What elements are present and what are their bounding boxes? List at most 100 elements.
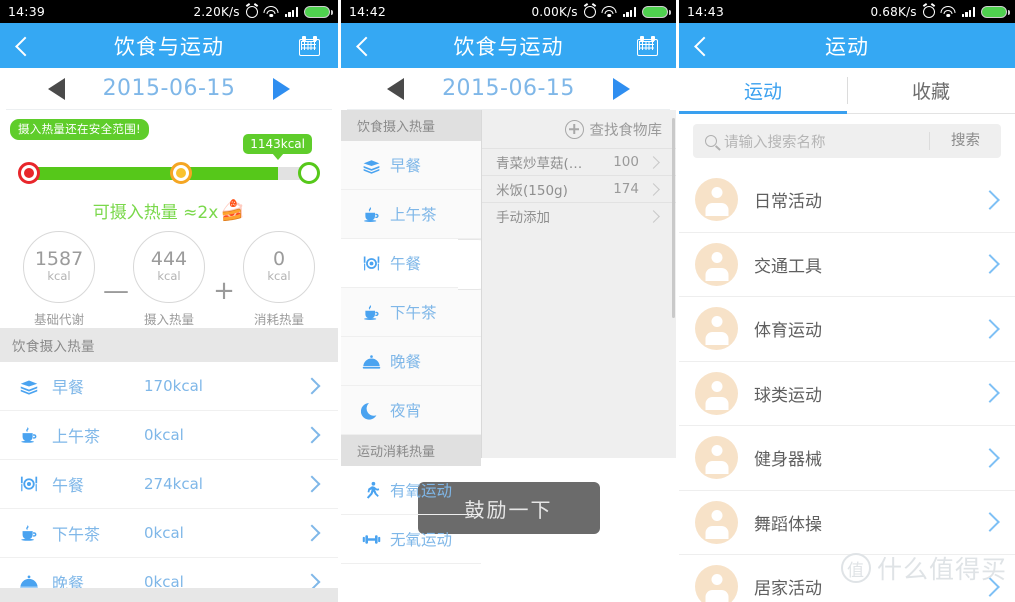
exercise-category-row[interactable]: 球类运动 bbox=[679, 362, 1015, 426]
runner-icon bbox=[361, 480, 382, 501]
progress-knob-max[interactable] bbox=[298, 161, 320, 184]
exercise-section-header: 运动消耗热量 bbox=[341, 435, 481, 466]
panel-exercise-list: 14:43 0.68K/s 运动 运动 收藏 请输入搜索名称 搜索 日常活动 交… bbox=[676, 0, 1015, 602]
meal-tab-午餐[interactable]: 午餐 bbox=[341, 239, 503, 290]
add-food-label: 查找食物库 bbox=[589, 122, 663, 139]
battery-icon bbox=[981, 5, 1010, 18]
exercise-category-row[interactable]: 舞蹈体操 bbox=[679, 491, 1015, 555]
exercise-tab-有氧运动[interactable]: 有氧运动 bbox=[341, 466, 481, 515]
tab-favorites[interactable]: 收藏 bbox=[847, 68, 1015, 113]
add-food-button[interactable]: 查找食物库 bbox=[482, 110, 676, 148]
chevron-right-icon bbox=[303, 426, 321, 443]
food-entry-pane: 查找食物库 青菜炒草菇(… 100 米饭(150g) 174 手动添加 bbox=[481, 110, 676, 458]
meal-tab-夜宵[interactable]: 夜宵 bbox=[341, 386, 481, 435]
signal-icon bbox=[622, 6, 636, 17]
exercise-category-row[interactable]: 健身器械 bbox=[679, 426, 1015, 491]
status-time: 14:43 bbox=[687, 4, 725, 19]
category-name: 球类运动 bbox=[754, 385, 822, 406]
moon-icon bbox=[361, 400, 382, 421]
exercise-category-row[interactable]: 体育运动 bbox=[679, 297, 1015, 362]
meal-tab-label: 下午茶 bbox=[390, 304, 437, 322]
equivalent-text: 可摄入热量 ≈2x bbox=[92, 202, 219, 223]
metric-bmr: 1587 kcal 基础代谢 bbox=[17, 230, 101, 328]
food-calories: 100 bbox=[613, 154, 639, 170]
food-row[interactable]: 手动添加 bbox=[482, 202, 676, 229]
metric-burned: 0 kcal 消耗热量 bbox=[237, 230, 321, 328]
prev-day-button[interactable] bbox=[47, 77, 65, 100]
person-avatar-icon bbox=[695, 307, 738, 351]
search-row: 请输入搜索名称 搜索 bbox=[679, 114, 1015, 168]
safe-range-badge: 摄入热量还在安全范围! bbox=[10, 118, 149, 140]
chevron-right-icon bbox=[980, 383, 1000, 404]
meal-name: 早餐 bbox=[52, 377, 85, 397]
category-name: 体育运动 bbox=[754, 321, 822, 342]
search-icon bbox=[705, 135, 717, 147]
calorie-progress-bar[interactable]: 1143kcal bbox=[18, 133, 320, 188]
progress-knob-min[interactable] bbox=[18, 161, 40, 184]
metric-value: 0 bbox=[272, 247, 286, 270]
tab-exercise[interactable]: 运动 bbox=[679, 68, 847, 114]
meal-row[interactable]: 下午茶 0kcal bbox=[0, 509, 338, 558]
chevron-right-icon bbox=[647, 155, 660, 169]
category-name: 居家活动 bbox=[754, 579, 822, 600]
chevron-right-icon bbox=[980, 318, 1000, 339]
next-day-button[interactable] bbox=[612, 77, 630, 100]
exercise-tab-无氧运动[interactable]: 无氧运动 bbox=[341, 515, 481, 564]
meal-tab-label: 午餐 bbox=[390, 255, 422, 273]
current-date: 2015-06-15 bbox=[442, 76, 575, 101]
meal-tab-label: 晚餐 bbox=[390, 353, 422, 371]
alarm-icon bbox=[245, 5, 258, 18]
operator-minus: — bbox=[103, 276, 129, 306]
exercise-category-row[interactable]: 居家活动 bbox=[679, 555, 1015, 602]
calorie-summary: 摄入热量还在安全范围! 1143kcal 可摄入热量 ≈2x 🍰 1587 kc… bbox=[0, 110, 338, 328]
calendar-icon[interactable] bbox=[637, 35, 658, 56]
meal-row[interactable]: 早餐 170kcal bbox=[0, 362, 338, 411]
chevron-right-icon bbox=[980, 512, 1000, 533]
page-title: 运动 bbox=[825, 34, 869, 59]
cloche-icon bbox=[361, 351, 382, 372]
search-input[interactable]: 请输入搜索名称 bbox=[693, 131, 929, 152]
exercise-category-row[interactable]: 日常活动 bbox=[679, 168, 1015, 233]
meal-row[interactable]: 上午茶 0kcal bbox=[0, 411, 338, 460]
meal-tab-label: 早餐 bbox=[390, 157, 422, 175]
back-chevron-icon[interactable] bbox=[693, 38, 708, 53]
calendar-icon[interactable] bbox=[299, 35, 320, 56]
food-row[interactable]: 米饭(150g) 174 bbox=[482, 175, 676, 202]
plate-cutlery-icon bbox=[361, 253, 382, 274]
meal-tab-早餐[interactable]: 早餐 bbox=[341, 141, 481, 190]
meal-tab-下午茶[interactable]: 下午茶 bbox=[341, 288, 481, 337]
metric-unit: kcal bbox=[47, 269, 71, 284]
progress-knob-current[interactable] bbox=[170, 161, 192, 184]
food-list: 青菜炒草菇(… 100 米饭(150g) 174 手动添加 bbox=[482, 148, 676, 229]
current-date: 2015-06-15 bbox=[102, 76, 236, 101]
search-button[interactable]: 搜索 bbox=[929, 132, 1001, 150]
meal-row[interactable]: 午餐 274kcal bbox=[0, 460, 338, 509]
tea-cup-icon bbox=[361, 302, 382, 323]
scrollbar[interactable] bbox=[672, 118, 675, 318]
metric-value: 1587 bbox=[34, 247, 84, 270]
food-name: 青菜炒草菇(… bbox=[496, 156, 583, 172]
next-day-button[interactable] bbox=[273, 77, 291, 100]
metric-circle: 1587 kcal bbox=[23, 230, 95, 303]
person-avatar-icon bbox=[695, 565, 738, 602]
screenshot-stage: 14:39 2.20K/s 饮食与运动 2015-06-15 摄入热量还在安全范… bbox=[0, 0, 1015, 602]
meal-tab-上午茶[interactable]: 上午茶 bbox=[341, 190, 481, 239]
dumbbell-icon bbox=[361, 529, 382, 550]
exercise-category-row[interactable]: 交通工具 bbox=[679, 233, 1015, 297]
person-avatar-icon bbox=[695, 500, 738, 544]
tea-cup-icon bbox=[361, 204, 382, 225]
status-bar: 14:43 0.68K/s bbox=[679, 0, 1015, 23]
status-time: 14:39 bbox=[8, 4, 46, 19]
food-row[interactable]: 青菜炒草菇(… 100 bbox=[482, 148, 676, 175]
back-chevron-icon[interactable] bbox=[355, 38, 370, 53]
calorie-formula: 1587 kcal 基础代谢 — 444 kcal 摄入热量 + 0 kcal … bbox=[10, 230, 328, 328]
exercise-tab-label: 无氧运动 bbox=[390, 531, 453, 549]
battery-icon bbox=[642, 5, 671, 18]
meal-section-header: 饮食摄入热量 bbox=[0, 327, 338, 362]
prev-day-button[interactable] bbox=[387, 77, 405, 100]
wifi-icon bbox=[940, 5, 956, 18]
meal-tab-晚餐[interactable]: 晚餐 bbox=[341, 337, 481, 386]
chevron-right-icon bbox=[303, 475, 321, 492]
plate-cutlery-icon bbox=[18, 473, 52, 495]
back-chevron-icon[interactable] bbox=[14, 38, 29, 53]
